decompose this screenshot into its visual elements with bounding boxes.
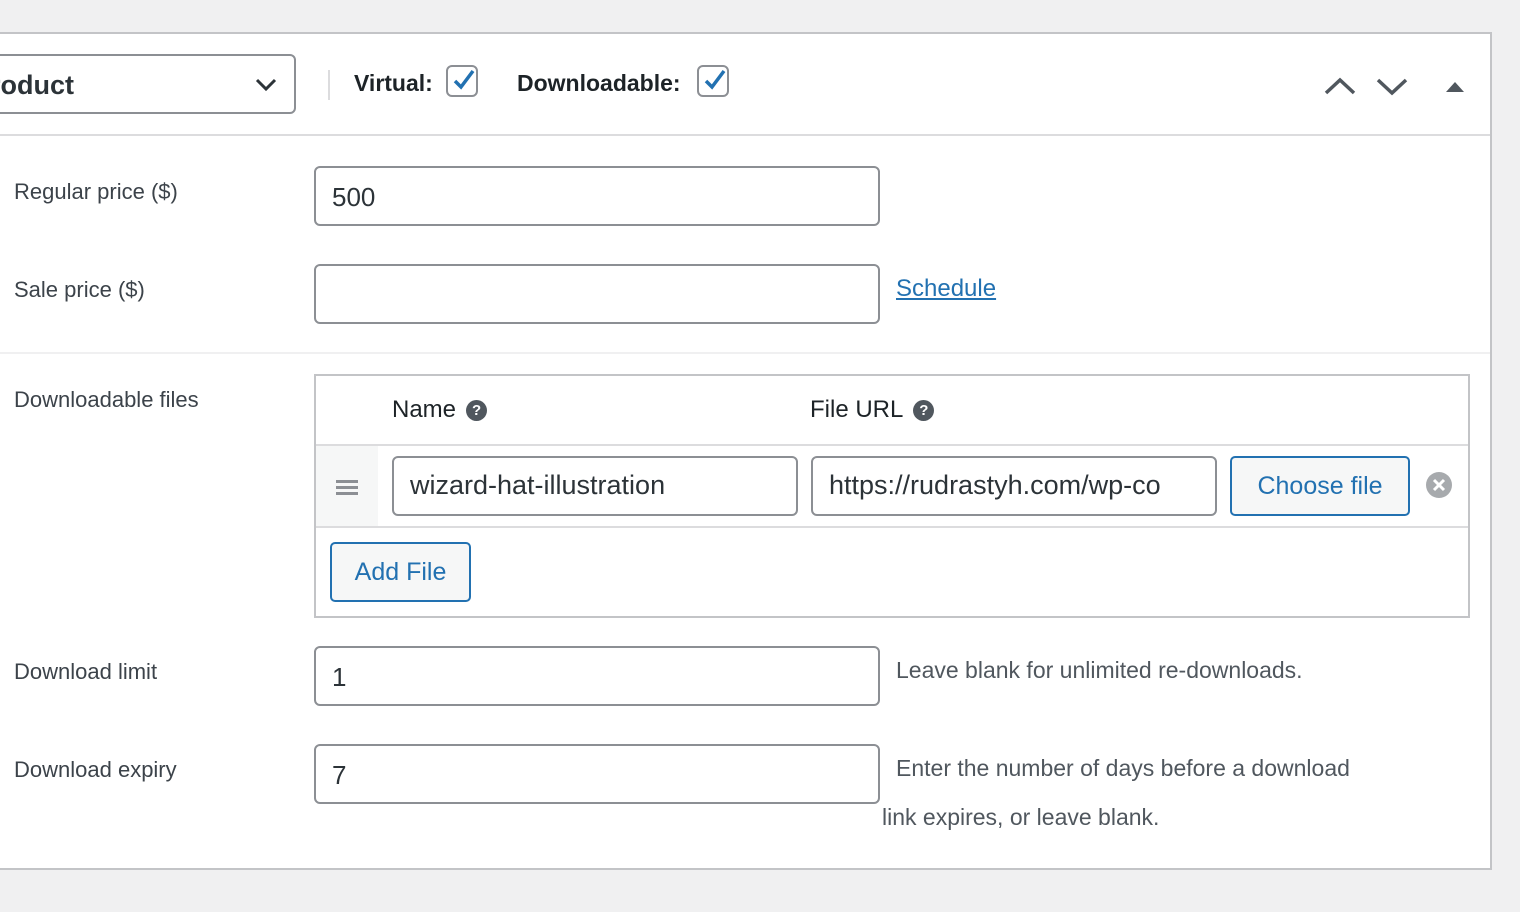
chevron-down-icon[interactable] — [1375, 72, 1409, 100]
help-icon[interactable]: ? — [913, 400, 935, 422]
choose-file-button[interactable]: Choose file — [1230, 456, 1410, 516]
table-row: wizard-hat-illustration https://rudrasty… — [316, 444, 1468, 528]
product-type-value: roduct — [0, 70, 74, 100]
sale-price-label: Sale price ($) — [14, 277, 145, 302]
schedule-link[interactable]: Schedule — [896, 275, 996, 303]
download-limit-label: Download limit — [14, 659, 158, 684]
download-expiry-help-line2: link expires, or leave blank. — [882, 804, 1160, 830]
downloadable-checkbox[interactable] — [697, 65, 729, 97]
chevron-down-icon — [255, 78, 277, 92]
download-limit-input[interactable]: 1 — [314, 646, 880, 706]
chevron-up-icon[interactable] — [1323, 72, 1357, 100]
checkmark-icon — [704, 69, 726, 90]
add-file-button[interactable]: Add File — [330, 542, 471, 602]
name-column-header: Name? — [392, 396, 488, 424]
download-expiry-help-line1: Enter the number of days before a downlo… — [896, 755, 1350, 781]
downloadable-label: Downloadable: — [517, 70, 681, 96]
download-limit-help: Leave blank for unlimited re-downloads. — [896, 657, 1303, 683]
regular-price-label: Regular price ($) — [14, 179, 178, 204]
downloadable-files-table: Name? File URL? wizard-hat-illustration … — [314, 374, 1470, 618]
section-divider — [0, 352, 1490, 354]
help-icon[interactable]: ? — [466, 400, 488, 422]
virtual-checkbox[interactable] — [446, 65, 478, 97]
name-column-label: Name — [392, 396, 457, 423]
product-type-select[interactable]: roduct — [0, 54, 296, 114]
download-expiry-label: Download expiry — [14, 757, 177, 782]
file-url-input[interactable]: https://rudrastyh.com/wp-co — [811, 456, 1217, 516]
file-url-column-label: File URL — [810, 396, 904, 423]
product-data-header: roduct Virtual: Downloadable: — [0, 34, 1490, 136]
drag-handle-icon[interactable] — [316, 446, 378, 526]
file-name-input[interactable]: wizard-hat-illustration — [392, 456, 798, 516]
file-url-column-header: File URL? — [810, 396, 935, 424]
product-data-panel: roduct Virtual: Downloadable: — [0, 32, 1492, 870]
downloadable-files-label: Downloadable files — [14, 387, 199, 412]
virtual-label: Virtual: — [354, 70, 433, 96]
sale-price-input[interactable] — [314, 264, 880, 324]
header-separator — [328, 70, 330, 100]
checkmark-icon — [453, 69, 475, 90]
regular-price-input[interactable]: 500 — [314, 166, 880, 226]
download-expiry-input[interactable]: 7 — [314, 744, 880, 804]
remove-file-icon[interactable] — [1426, 472, 1452, 498]
collapse-triangle-icon[interactable] — [1438, 72, 1472, 100]
